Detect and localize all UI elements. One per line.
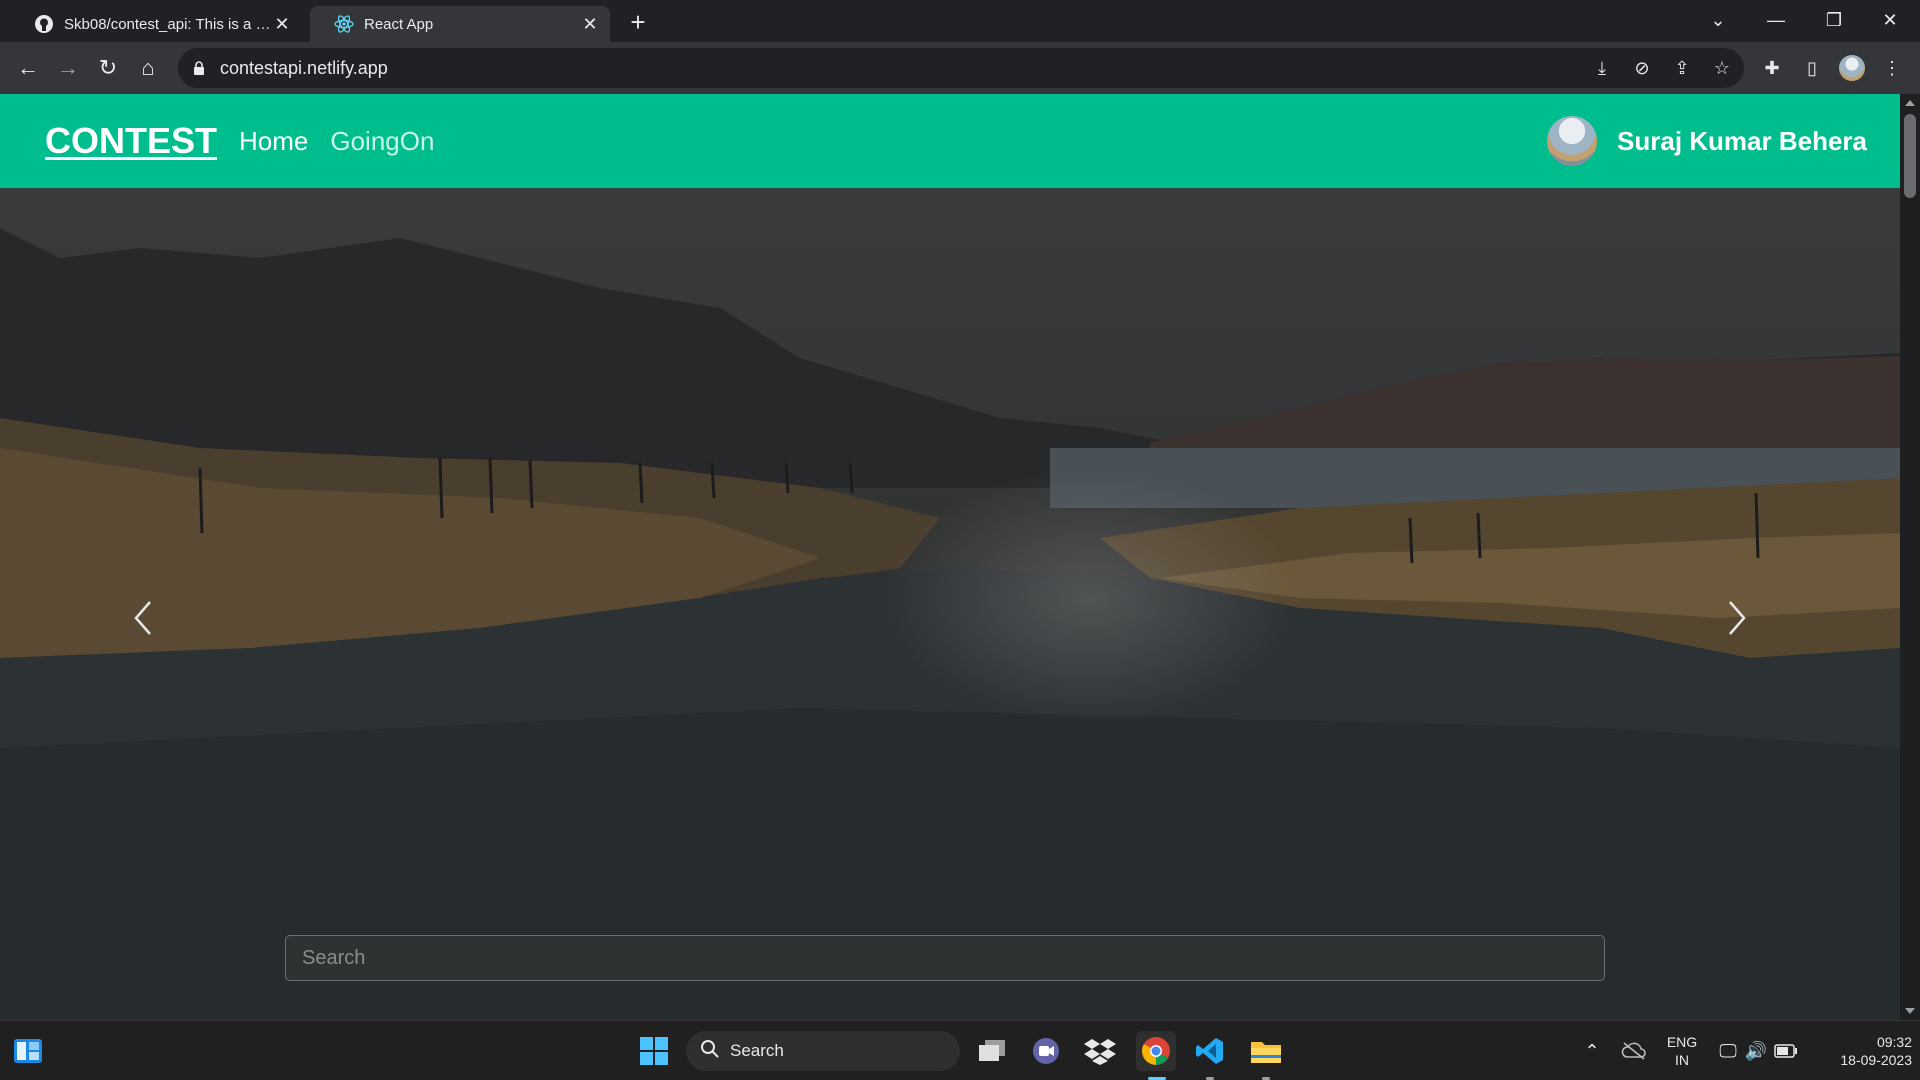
search-box: [285, 935, 1605, 981]
nav-link-goingon[interactable]: GoingOn: [330, 126, 434, 157]
scroll-up-icon[interactable]: [1905, 100, 1915, 106]
menu-kebab-icon[interactable]: ⋮: [1878, 54, 1906, 82]
scroll-thumb[interactable]: [1904, 114, 1916, 198]
language-indicator[interactable]: ENG IN: [1664, 1033, 1700, 1069]
reload-icon[interactable]: ↻: [92, 52, 124, 84]
nav-link-home[interactable]: Home: [239, 126, 308, 157]
minimize-icon[interactable]: —: [1748, 0, 1804, 40]
search-icon: [700, 1039, 720, 1064]
task-view-icon[interactable]: [972, 1031, 1012, 1071]
tab-search-icon[interactable]: ⌄: [1690, 0, 1746, 40]
carousel-next-button[interactable]: [1718, 588, 1758, 648]
tab-react-app[interactable]: React App ✕: [310, 6, 610, 42]
taskbar-search[interactable]: Search: [686, 1031, 960, 1071]
restore-icon[interactable]: ❐: [1806, 0, 1862, 40]
page-scrollbar[interactable]: [1900, 94, 1920, 1020]
onedrive-offline-icon[interactable]: [1614, 1031, 1654, 1071]
user-name: Suraj Kumar Behera: [1617, 125, 1867, 156]
eye-off-icon[interactable]: ⊘: [1628, 54, 1656, 82]
tab-github[interactable]: Skb08/contest_api: This is a react ✕: [10, 6, 302, 42]
share-icon[interactable]: ⇪: [1668, 54, 1696, 82]
web-page: CONTEST Home GoingOn Suraj Kumar Behera: [0, 94, 1900, 1020]
back-icon[interactable]: ←: [12, 52, 44, 84]
bookmark-star-icon[interactable]: ☆: [1708, 54, 1736, 82]
carousel-prev-button[interactable]: [122, 588, 162, 648]
address-bar-row: ← → ↻ ⌂ contestapi.netlify.app ⤓ ⊘ ⇪ ☆ ✚…: [0, 42, 1920, 94]
side-panel-icon[interactable]: ▯: [1798, 54, 1826, 82]
browser-tab-strip: Skb08/contest_api: This is a react ✕ Rea…: [0, 0, 1920, 42]
brand-logo[interactable]: CONTEST: [45, 120, 217, 162]
lang-top: ENG: [1666, 1034, 1698, 1050]
battery-icon[interactable]: [1766, 1031, 1806, 1071]
file-explorer-icon[interactable]: [1246, 1031, 1286, 1071]
steam-mist: [880, 468, 1300, 728]
windows-start-icon[interactable]: [634, 1031, 674, 1071]
clock[interactable]: 09:32 18-09-2023: [1812, 1033, 1912, 1069]
vscode-icon[interactable]: [1190, 1031, 1230, 1071]
home-icon[interactable]: ⌂: [132, 52, 164, 84]
react-icon: [334, 14, 354, 34]
omnibox[interactable]: contestapi.netlify.app: [178, 48, 1744, 88]
teams-chat-icon[interactable]: [1026, 1031, 1066, 1071]
close-tab-icon[interactable]: ✕: [580, 14, 600, 34]
profile-avatar-icon[interactable]: [1838, 54, 1866, 82]
dropbox-icon[interactable]: [1080, 1031, 1120, 1071]
tab-title: React App: [364, 15, 434, 33]
clock-date: 18-09-2023: [1840, 1052, 1912, 1068]
chevron-right-icon: [1729, 601, 1746, 635]
widgets-icon[interactable]: [8, 1031, 48, 1071]
windows-taskbar: Search ⌃ ENG IN 🖵 🔊 09:32 18-09-2023: [0, 1020, 1920, 1080]
taskbar-search-label: Search: [730, 1041, 784, 1060]
site-navbar: CONTEST Home GoingOn Suraj Kumar Behera: [0, 94, 1900, 188]
carousel: [0, 188, 1900, 1020]
forward-icon[interactable]: →: [52, 52, 84, 84]
user-profile[interactable]: Suraj Kumar Behera: [1547, 116, 1867, 166]
chrome-icon[interactable]: [1136, 1031, 1176, 1071]
extensions-icon[interactable]: ✚: [1758, 54, 1786, 82]
close-window-icon[interactable]: ✕: [1862, 0, 1918, 40]
install-icon[interactable]: ⤓: [1588, 54, 1616, 82]
tab-title: Skb08/contest_api: This is a react: [64, 15, 272, 33]
url-text: contestapi.netlify.app: [220, 57, 388, 78]
chevron-left-icon: [134, 601, 151, 635]
lang-bottom: IN: [1675, 1052, 1689, 1068]
chevron-up-icon[interactable]: ⌃: [1572, 1031, 1612, 1071]
new-tab-button[interactable]: +: [624, 8, 652, 36]
search-input[interactable]: [286, 936, 1604, 980]
scroll-down-icon[interactable]: [1905, 1008, 1915, 1014]
close-tab-icon[interactable]: ✕: [272, 14, 292, 34]
avatar: [1547, 116, 1598, 166]
github-icon: [34, 14, 54, 34]
lock-icon: [192, 60, 206, 76]
clock-time: 09:32: [1876, 1034, 1912, 1050]
